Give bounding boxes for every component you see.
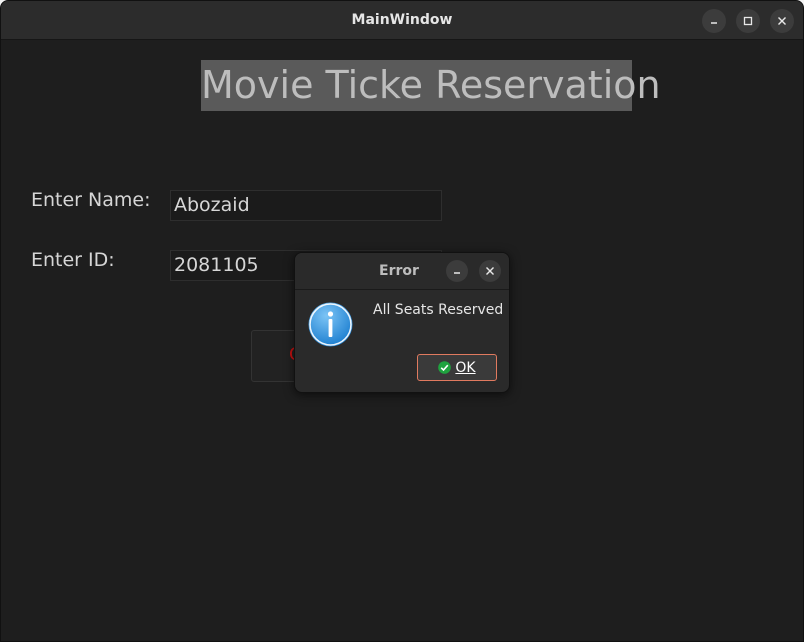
minimize-button[interactable] [702,9,726,33]
ok-button[interactable]: OK [417,354,497,381]
minimize-icon [454,272,460,274]
dialog-message: All Seats Reserved [373,302,504,318]
close-icon [778,17,786,25]
window-title: MainWindow [351,12,453,28]
name-label: Enter Name: [31,189,151,211]
close-button[interactable] [770,9,794,33]
minimize-icon [711,22,717,24]
ok-button-label: OK [455,359,476,376]
name-input[interactable]: Abozaid [170,190,442,221]
check-circle-icon [438,361,452,374]
dialog-close-button[interactable] [479,260,501,282]
info-icon [308,302,353,347]
maximize-icon [743,16,753,26]
close-icon [486,267,494,275]
dialog-titlebar[interactable]: Error [295,253,509,290]
page-title: Movie Ticke Reservation [201,60,661,111]
window-titlebar[interactable]: MainWindow [1,1,803,40]
main-window: MainWindow Movie Ticke Reservation Enter… [0,0,804,642]
error-dialog: Error All Seats Reserved OK [294,252,510,393]
id-label: Enter ID: [31,249,115,271]
maximize-button[interactable] [736,9,760,33]
dialog-title: Error [379,263,419,279]
dialog-minimize-button[interactable] [446,260,468,282]
